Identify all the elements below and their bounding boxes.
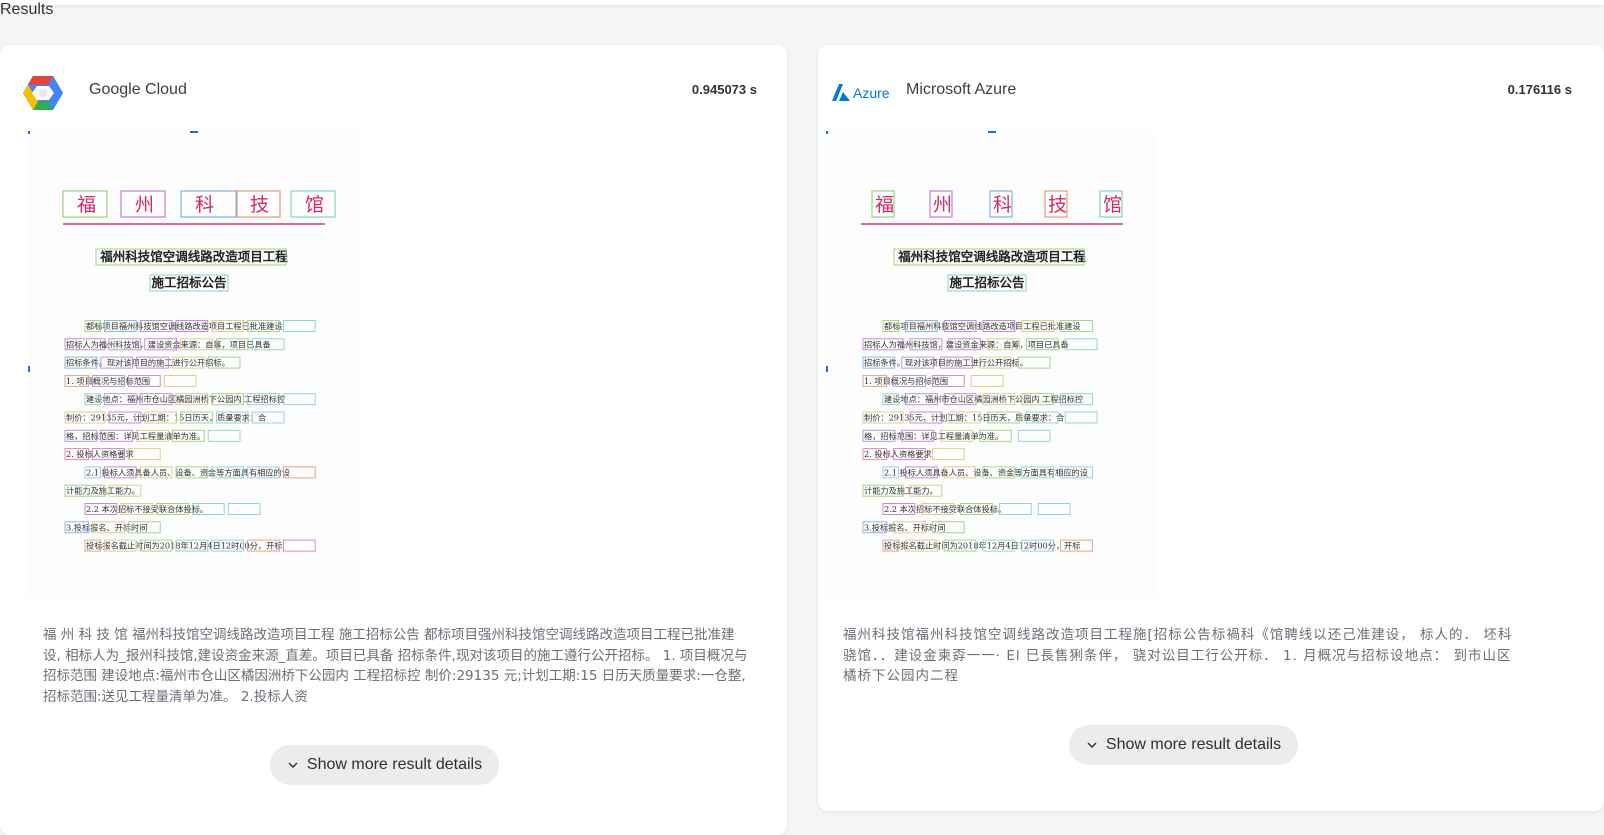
doc-line: 制价：29135元，计划工期：15日历天，质量要求：合: [864, 413, 1064, 423]
doc-line: 都标项目福州科技馆空调线路改造项目工程已批准建设: [86, 321, 283, 331]
doc-header-char: 技: [1048, 194, 1067, 216]
doc-line: 建设地点：福州市仓山区橘园洲桥下公园内 工程招标控: [86, 394, 285, 404]
doc-line: 2. 投标人资格要求: [66, 449, 134, 459]
show-more-label: Show more result details: [306, 756, 483, 773]
doc-line: 都标项目福州科技馆空调线路改造项目工程已批准建设: [884, 321, 1081, 331]
chevron-down-icon: [288, 762, 298, 768]
doc-line: 3.投标报名、开标时间: [864, 522, 946, 532]
doc-line: 招标人为福州科技馆，建设资金来源：自筹，项目已具备: [864, 339, 1069, 349]
doc-line: 2.2 本次招标不接受联合体投标。: [86, 504, 208, 514]
doc-header-char: 州: [135, 194, 154, 216]
doc-line: 3.投标报名、开标时间: [66, 522, 148, 532]
doc-header-char: 馆: [1103, 194, 1122, 216]
response-time: 0.176116 s: [1507, 82, 1572, 97]
azure-logo-icon: Azure: [830, 81, 892, 105]
google-cloud-logo-icon: [23, 74, 63, 112]
doc-line: 1. 项目概况与招标范围: [66, 376, 150, 386]
document-preview: 福 州 科 技 馆福州科技馆空调线路改造项目工程施工招标公告都标项目福州科技馆空调线路改…: [28, 131, 358, 599]
doc-header-char: 科: [195, 194, 214, 216]
doc-line: 制价：29135元，计划工期：15日历天，质量要求：合: [66, 413, 266, 423]
doc-header-char: 福: [77, 194, 96, 216]
doc-line: 2. 投标人资格要求: [864, 449, 932, 459]
doc-line: 投标报名截止时间为2018年12月4日12时00分，开标: [884, 541, 1081, 551]
provider-header: Google Cloud 0.945073 s: [0, 45, 787, 140]
doc-line: 招标条件。现对该项目的施工进行公开招标。: [864, 358, 1028, 368]
results-heading: Results: [0, 1, 54, 18]
doc-line: 投标报名截止时间为2018年12月4日12时00分，开标: [86, 541, 283, 551]
doc-header-char: 科: [993, 194, 1012, 216]
doc-line: 计能力及施工能力。: [66, 486, 140, 496]
svg-text:Azure: Azure: [853, 85, 890, 101]
svg-text:施工招标公告: 施工招标公告: [949, 275, 1025, 290]
doc-line: 2.1 投标人须具备人员、设备、资金等方面具有相应的设: [86, 467, 290, 477]
doc-line: 2.1 投标人须具备人员、设备、资金等方面具有相应的设: [884, 467, 1088, 477]
doc-line: 2.2 本次招标不接受联合体投标。: [884, 504, 1006, 514]
microsoft-azure-result-card: Azure Microsoft Azure 0.176116 s 福州科技馆福州…: [818, 45, 1604, 811]
document-preview: 福 州 科 技 馆福州科技馆空调线路改造项目工程施工招标公告都标项目福州科技馆空调线路改…: [826, 131, 1156, 599]
svg-text:福州科技馆空调线路改造项目工程: 福州科技馆空调线路改造项目工程: [99, 249, 288, 264]
doc-line: 招标条件。现对该项目的施工进行公开招标。: [66, 358, 230, 368]
svg-text:施工招标公告: 施工招标公告: [151, 275, 227, 290]
doc-header-char: 技: [250, 194, 269, 216]
show-more-details-button[interactable]: Show more result details: [1069, 725, 1298, 765]
provider-header: Azure Microsoft Azure 0.176116 s: [818, 45, 1604, 140]
doc-line: 1. 项目概况与招标范围: [864, 376, 948, 386]
google-cloud-result-card: Google Cloud 0.945073 s 福 州 科 技 馆福州科技馆空调线路改造…: [0, 45, 787, 835]
show-more-details-button[interactable]: Show more result details: [270, 745, 499, 785]
chevron-down-icon: [1087, 742, 1097, 748]
doc-header-char: 福: [875, 194, 894, 216]
show-more-label: Show more result details: [1105, 736, 1282, 753]
svg-text:福州科技馆空调线路改造项目工程: 福州科技馆空调线路改造项目工程: [897, 249, 1086, 264]
doc-header-char: 馆: [305, 194, 324, 216]
ocr-result-text: 福 州 科 技 馆 福州科技馆空调线路改造项目工程 施工招标公告 都标项目强州科…: [43, 627, 748, 705]
doc-line: 招标人为福州科技馆，建设资金来源：自筹，项目已具备: [66, 339, 271, 349]
doc-line: 计能力及施工能力。: [864, 486, 938, 496]
provider-name: Microsoft Azure: [906, 81, 1017, 98]
doc-header-char: 州: [933, 194, 952, 216]
response-time: 0.945073 s: [691, 82, 757, 97]
ocr-result-text: 福州科技馆福州科技馆空调线路改造项目工程施[招标公告标禍科《馆聘线以还己准建设，…: [843, 627, 1513, 684]
doc-line: 格，招标范围：详见工程量清单为准。: [66, 431, 205, 441]
top-bar: [0, 0, 1604, 5]
provider-name: Google Cloud: [89, 81, 187, 98]
